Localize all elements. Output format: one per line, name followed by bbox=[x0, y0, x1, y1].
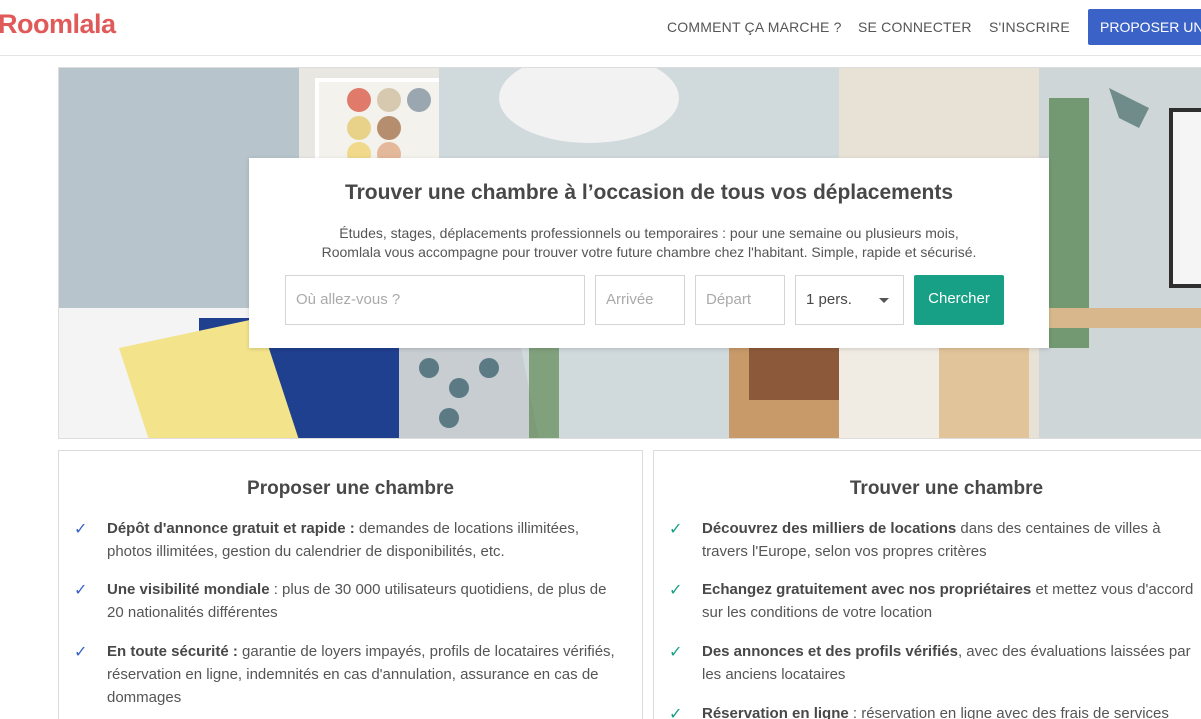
find-item-4-text: : réservation en ligne avec des frais de… bbox=[848, 705, 1169, 719]
nav-how-it-works[interactable]: COMMENT ÇA MARCHE ? bbox=[667, 19, 842, 35]
find-room-card: Trouver une chambre ✓ Découvrez des mill… bbox=[653, 450, 1201, 719]
find-item-1-bold: Découvrez des milliers de locations bbox=[702, 520, 957, 537]
check-icon: ✓ bbox=[74, 644, 88, 661]
check-icon: ✓ bbox=[669, 644, 683, 661]
roomlala-logo[interactable]: Roomlala bbox=[0, 9, 116, 40]
propose-item-1: Dépôt d'annonce gratuit et rapide : dema… bbox=[107, 517, 627, 563]
search-button[interactable]: Chercher bbox=[914, 275, 1004, 325]
check-icon: ✓ bbox=[669, 521, 683, 538]
search-card: Trouver une chambre à l’occasion de tous… bbox=[249, 158, 1049, 348]
propose-item-3: En toute sécurité : garantie de loyers i… bbox=[107, 640, 627, 709]
persons-value: 1 pers. bbox=[806, 291, 852, 308]
propose-card-title: Proposer une chambre bbox=[247, 478, 454, 499]
hero-banner: Trouver une chambre à l’occasion de tous… bbox=[58, 67, 1201, 439]
propose-item-2-bold: Une visibilité mondiale bbox=[107, 581, 270, 598]
propose-item-2: Une visibilité mondiale : plus de 30 000… bbox=[107, 578, 627, 624]
check-icon: ✓ bbox=[669, 582, 683, 599]
find-item-4-bold: Réservation en ligne bbox=[702, 705, 849, 719]
find-item-2: Echangez gratuitement avec nos propriéta… bbox=[702, 578, 1201, 624]
check-icon: ✓ bbox=[74, 582, 88, 599]
find-item-2-bold: Echangez gratuitement avec nos propriéta… bbox=[702, 581, 1032, 598]
check-icon: ✓ bbox=[669, 706, 683, 719]
find-item-3-bold: Des annonces et des profils vérifiés bbox=[702, 643, 958, 660]
propose-room-button[interactable]: PROPOSER UNE CHAMBRE bbox=[1088, 9, 1201, 45]
propose-item-1-bold: Dépôt d'annonce gratuit et rapide : bbox=[107, 520, 355, 537]
hero-subtitle-line-1: Études, stages, déplacements professionn… bbox=[339, 225, 959, 241]
check-icon: ✓ bbox=[74, 521, 88, 538]
hero-subtitle-line-2: Roomlala vous accompagne pour trouver vo… bbox=[321, 244, 977, 260]
nav-login[interactable]: SE CONNECTER bbox=[858, 19, 972, 35]
find-item-1: Découvrez des milliers de locations dans… bbox=[702, 517, 1201, 563]
chevron-down-icon bbox=[879, 298, 889, 303]
arrival-date-input[interactable]: Arrivée bbox=[595, 275, 685, 325]
hero-title: Trouver une chambre à l’occasion de tous… bbox=[344, 181, 954, 204]
find-item-4: Réservation en ligne : réservation en li… bbox=[702, 702, 1201, 719]
find-card-title: Trouver une chambre bbox=[849, 478, 1044, 499]
propose-room-card: Proposer une chambre ✓ Dépôt d'annonce g… bbox=[58, 450, 643, 719]
find-item-3: Des annonces et des profils vérifiés, av… bbox=[702, 640, 1201, 686]
hero-subtitle: Études, stages, déplacements professionn… bbox=[249, 224, 1049, 262]
top-header: Roomlala COMMENT ÇA MARCHE ? SE CONNECTE… bbox=[0, 0, 1201, 56]
persons-select[interactable]: 1 pers. bbox=[795, 275, 904, 325]
propose-item-3-bold: En toute sécurité : bbox=[107, 643, 238, 660]
destination-input[interactable]: Où allez-vous ? bbox=[285, 275, 585, 325]
nav-signup[interactable]: S'INSCRIRE bbox=[989, 19, 1070, 35]
departure-date-input[interactable]: Départ bbox=[695, 275, 785, 325]
